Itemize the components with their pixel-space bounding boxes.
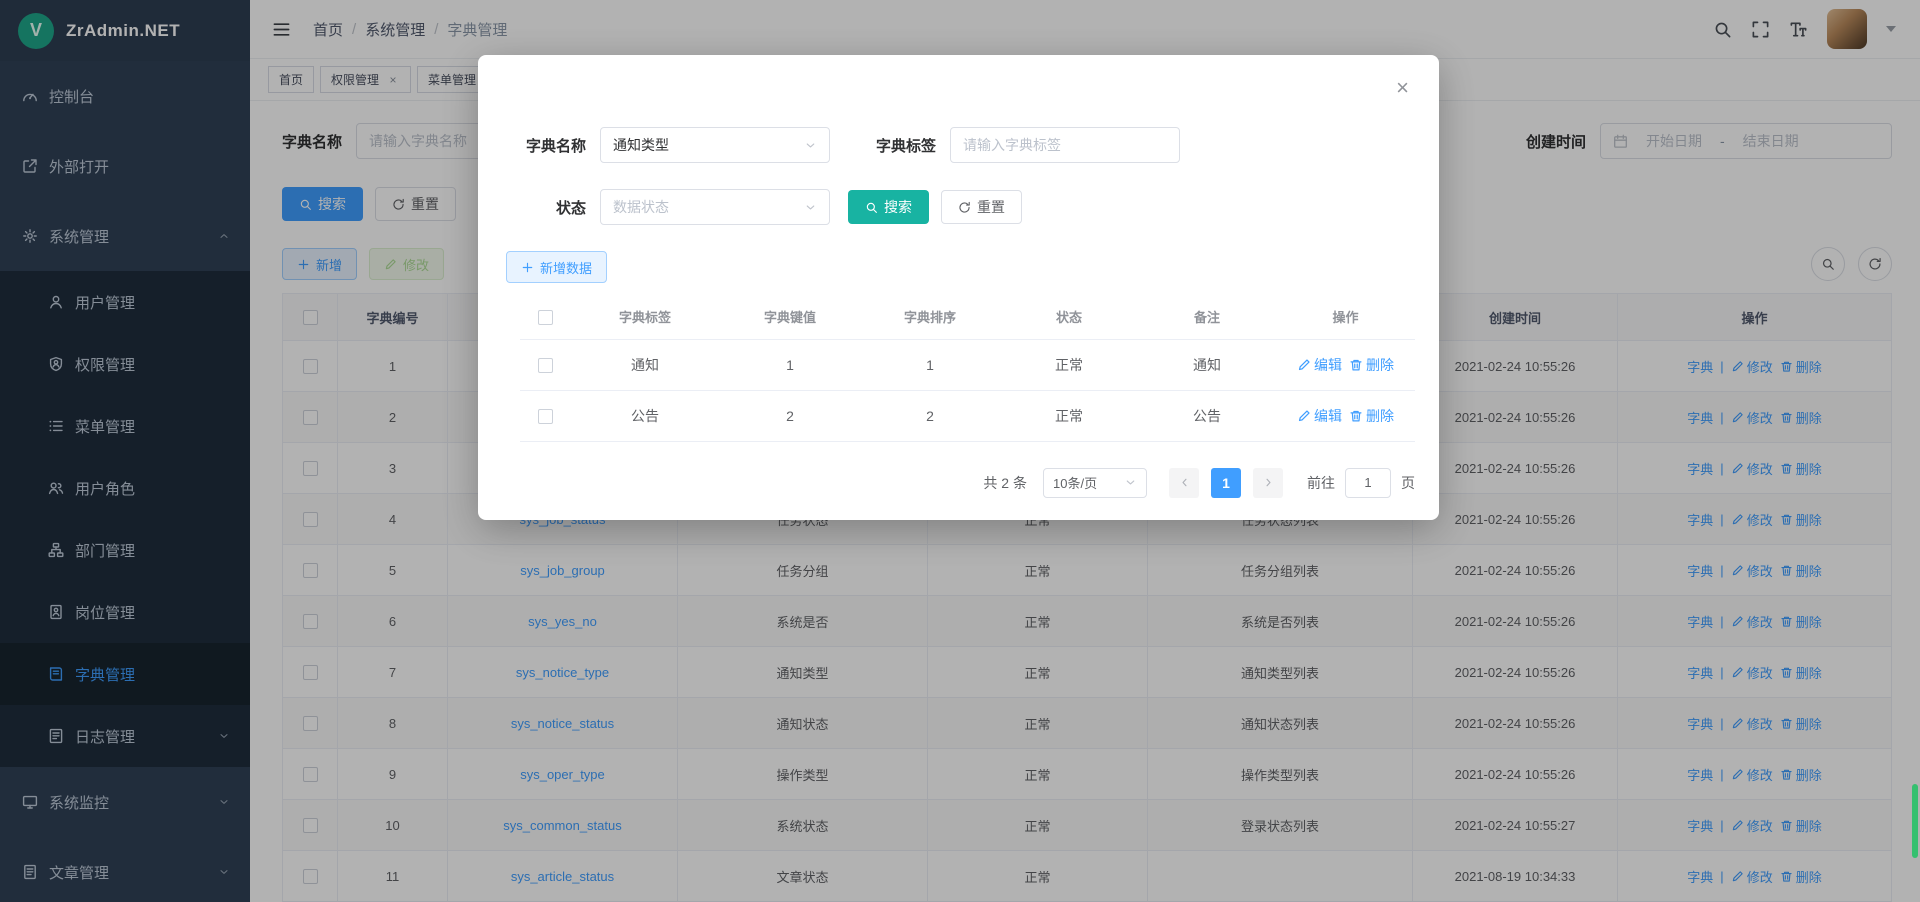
dialog-filter-row-1: 字典名称 通知类型 字典标签: [506, 127, 1415, 163]
dict-sort-cell: 2: [860, 390, 1000, 441]
remark-cell: 公告: [1138, 390, 1276, 441]
dict-sort-cell: 1: [860, 339, 1000, 390]
dialog-select-all-checkbox[interactable]: [538, 310, 553, 325]
refresh-icon: [958, 201, 971, 214]
dialog-table-header: 字典标签: [570, 295, 720, 339]
dialog-op-edit-link[interactable]: 编辑: [1297, 355, 1342, 375]
dialog-dict-data-table: 字典标签字典键值字典排序状态备注操作 通知11正常通知编辑删除公告22正常公告编…: [520, 295, 1415, 442]
page-unit-label: 页: [1401, 473, 1415, 493]
dialog-table-row: 公告22正常公告编辑删除: [520, 390, 1415, 441]
pagination-total: 共 2 条: [983, 473, 1027, 493]
dialog-status-select[interactable]: 数据状态: [600, 189, 830, 225]
dialog-dict-name-select[interactable]: 通知类型: [600, 127, 830, 163]
trash-icon: [1349, 358, 1363, 372]
page-size-value: 10条/页: [1053, 473, 1097, 492]
next-page-button[interactable]: [1253, 468, 1283, 498]
dialog-operations: 编辑删除: [1297, 355, 1394, 375]
dialog-body: 字典名称 通知类型 字典标签 状态 数据状态 搜索 重置: [478, 55, 1439, 498]
edit-icon: [1297, 409, 1311, 423]
dialog-reset-button[interactable]: 重置: [941, 190, 1022, 224]
chevron-down-icon: [1124, 476, 1137, 489]
status-cell: 正常: [1000, 339, 1138, 390]
dialog-operations: 编辑删除: [1297, 406, 1394, 426]
dialog-add-data-label: 新增数据: [540, 258, 592, 277]
dialog-table-header: 状态: [1000, 295, 1138, 339]
dialog-table-row: 通知11正常通知编辑删除: [520, 339, 1415, 390]
dict-data-dialog: × 字典名称 通知类型 字典标签 状态 数据状态 搜索 重置: [478, 55, 1439, 520]
scrollbar-thumb[interactable]: [1912, 784, 1918, 858]
dialog-op-delete-link[interactable]: 删除: [1349, 406, 1394, 426]
prev-page-button[interactable]: [1169, 468, 1199, 498]
dialog-select-all-header-cell: [520, 295, 570, 339]
dict-label-cell: 公告: [570, 390, 720, 441]
dialog-row-checkbox-cell: [520, 339, 570, 390]
edit-icon: [1297, 358, 1311, 372]
dialog-dict-name-label: 字典名称: [506, 135, 586, 156]
dict-value-cell: 1: [720, 339, 860, 390]
dialog-table-header: 字典键值: [720, 295, 860, 339]
chevron-left-icon: [1178, 476, 1191, 489]
dialog-table-header: 操作: [1276, 295, 1415, 339]
goto-label: 前往: [1307, 473, 1335, 493]
pagination: 共 2 条 10条/页 1 前往 页: [506, 468, 1415, 498]
dialog-dict-name-value: 通知类型: [613, 135, 669, 155]
search-icon: [865, 201, 878, 214]
dialog-dict-label-label: 字典标签: [856, 135, 936, 156]
goto-page-input[interactable]: [1345, 468, 1391, 498]
trash-icon: [1349, 409, 1363, 423]
status-cell: 正常: [1000, 390, 1138, 441]
dialog-operations-cell: 编辑删除: [1276, 339, 1415, 390]
dialog-table-header: 备注: [1138, 295, 1276, 339]
dialog-search-button[interactable]: 搜索: [848, 190, 929, 224]
dialog-op-delete-link[interactable]: 删除: [1349, 355, 1394, 375]
dialog-add-data-button[interactable]: 新增数据: [506, 251, 607, 283]
chevron-right-icon: [1262, 476, 1275, 489]
remark-cell: 通知: [1138, 339, 1276, 390]
dialog-row-checkbox-cell: [520, 390, 570, 441]
dialog-dict-label-input[interactable]: [950, 127, 1180, 163]
dialog-op-edit-link[interactable]: 编辑: [1297, 406, 1342, 426]
dialog-row-checkbox[interactable]: [538, 409, 553, 424]
dialog-filter-row-2: 状态 数据状态 搜索 重置: [506, 189, 1415, 225]
plus-icon: [521, 261, 534, 274]
dict-value-cell: 2: [720, 390, 860, 441]
dialog-table-header: 字典排序: [860, 295, 1000, 339]
dialog-search-label: 搜索: [884, 197, 912, 217]
dict-label-cell: 通知: [570, 339, 720, 390]
dialog-row-checkbox[interactable]: [538, 358, 553, 373]
dialog-close-icon[interactable]: ×: [1396, 77, 1409, 99]
dialog-reset-label: 重置: [977, 197, 1005, 217]
chevron-down-icon: [804, 201, 817, 214]
chevron-down-icon: [804, 139, 817, 152]
page-size-select[interactable]: 10条/页: [1043, 468, 1147, 498]
dialog-status-label: 状态: [506, 197, 586, 218]
dialog-status-placeholder: 数据状态: [613, 197, 669, 217]
current-page-button[interactable]: 1: [1211, 468, 1241, 498]
dialog-operations-cell: 编辑删除: [1276, 390, 1415, 441]
